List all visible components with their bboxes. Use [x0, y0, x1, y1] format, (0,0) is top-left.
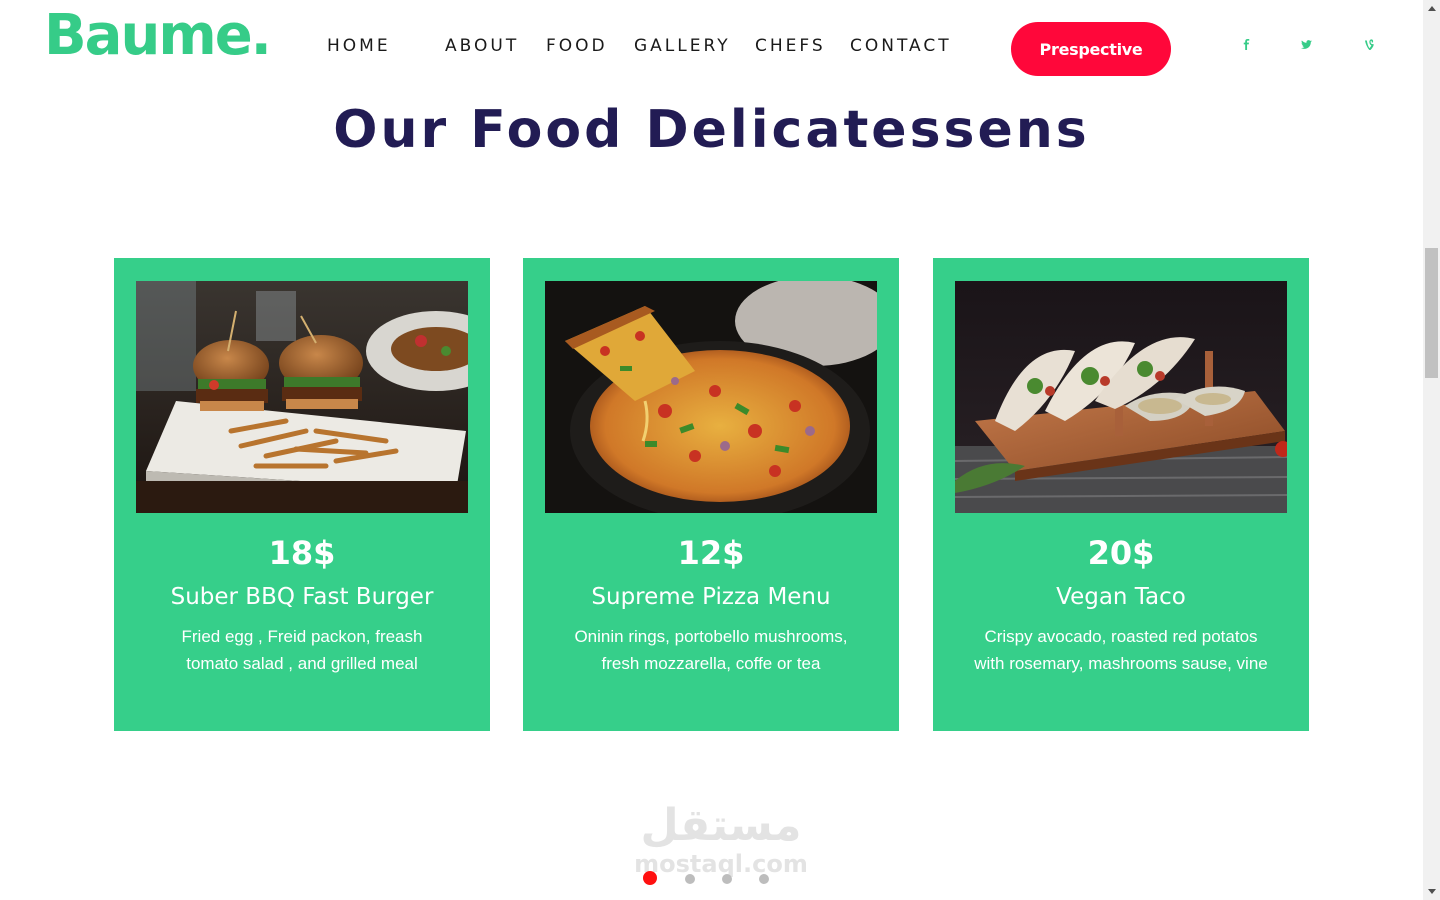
- brand-logo[interactable]: Baume.: [44, 8, 272, 64]
- card-price: 18$: [268, 534, 336, 572]
- watermark-arabic: مستقل: [640, 800, 802, 851]
- scroll-down-arrow-icon[interactable]: [1423, 883, 1440, 900]
- card-price: 12$: [677, 534, 745, 572]
- pizza-photo: [545, 281, 877, 513]
- food-card-burger[interactable]: 18$ Suber BBQ Fast Burger Fried egg , Fr…: [114, 258, 490, 731]
- vine-icon[interactable]: [1360, 36, 1376, 52]
- card-description-line: Oninin rings, portobello mushrooms,: [574, 627, 848, 646]
- page-scrollbar[interactable]: [1423, 0, 1440, 900]
- food-card-pizza[interactable]: 12$ Supreme Pizza Menu Oninin rings, por…: [523, 258, 899, 731]
- card-description-line: Crispy avocado, roasted red potatos: [984, 627, 1258, 646]
- facebook-icon[interactable]: [1238, 36, 1254, 52]
- nav-gallery-link[interactable]: GALLERY: [634, 36, 731, 56]
- nav-food-link[interactable]: FOOD: [546, 36, 608, 56]
- card-description-line: with rosemary, mashrooms sause, vine: [974, 654, 1268, 673]
- card-description-line: Fried egg , Freid packon, freash: [181, 627, 423, 646]
- card-title: Suber BBQ Fast Burger: [170, 584, 434, 610]
- section-title: Our Food Delicatessens: [333, 100, 1090, 160]
- nav-chefs-link[interactable]: CHEFS: [755, 36, 826, 56]
- carousel-dot-4[interactable]: [759, 874, 769, 884]
- scroll-up-arrow-icon[interactable]: [1423, 0, 1440, 17]
- scroll-thumb[interactable]: [1425, 248, 1438, 378]
- card-description-line: tomato salad , and grilled meal: [186, 654, 418, 673]
- card-title: Supreme Pizza Menu: [591, 584, 831, 610]
- nav-about-link[interactable]: ABOUT: [445, 36, 519, 56]
- mostaql-watermark: مستقل mostaql.com: [626, 800, 816, 876]
- card-description: Fried egg , Freid packon, freash tomato …: [154, 623, 450, 677]
- card-description: Oninin rings, portobello mushrooms, fres…: [563, 623, 859, 677]
- site-header: Baume. HOME ABOUT FOOD GALLERY CHEFS CON…: [0, 0, 1423, 95]
- card-price: 20$: [1087, 534, 1155, 572]
- carousel-dot-1[interactable]: [643, 871, 657, 885]
- carousel-dot-2[interactable]: [685, 874, 695, 884]
- burger-photo: [136, 281, 468, 513]
- taco-photo: [955, 281, 1287, 513]
- prespective-button[interactable]: Prespective: [1011, 22, 1171, 76]
- card-description: Crispy avocado, roasted red potatos with…: [973, 623, 1269, 677]
- twitter-icon[interactable]: [1298, 36, 1314, 52]
- nav-home-link[interactable]: HOME: [327, 36, 391, 56]
- carousel-dot-3[interactable]: [722, 874, 732, 884]
- food-card-taco[interactable]: 20$ Vegan Taco Crispy avocado, roasted r…: [933, 258, 1309, 731]
- card-description-line: fresh mozzarella, coffe or tea: [601, 654, 821, 673]
- nav-contact-link[interactable]: CONTACT: [850, 36, 952, 56]
- card-title: Vegan Taco: [1056, 584, 1186, 610]
